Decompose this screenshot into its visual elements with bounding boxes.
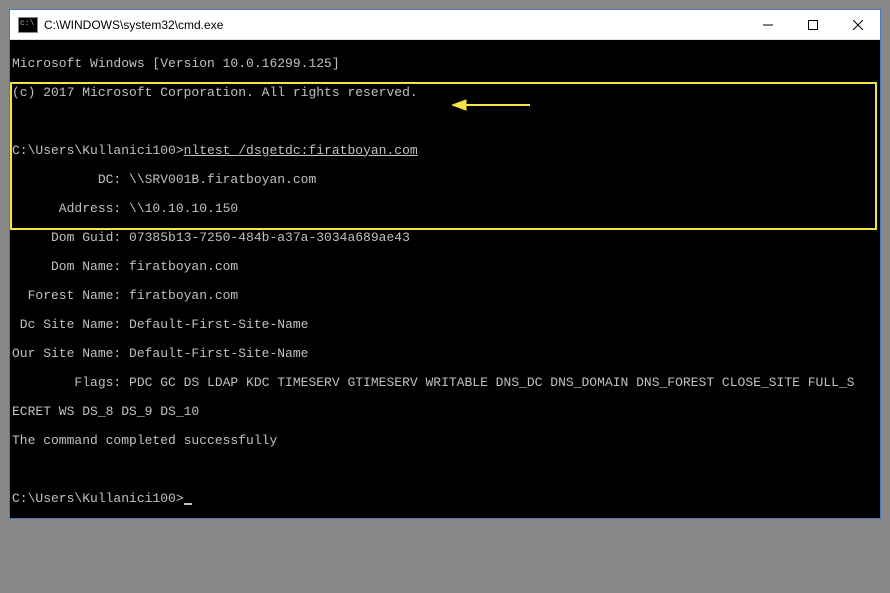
output-dom-guid: Dom Guid: 07385b13-7250-484b-a37a-3034a6… <box>12 231 878 246</box>
prompt-path-2: C:\Users\Kullanici100> <box>12 491 184 506</box>
close-button[interactable] <box>835 10 880 39</box>
window-title: C:\WINDOWS\system32\cmd.exe <box>44 18 745 32</box>
output-dc-site-name: Dc Site Name: Default-First-Site-Name <box>12 318 878 333</box>
output-dom-name: Dom Name: firatboyan.com <box>12 260 878 275</box>
prompt-line-1: C:\Users\Kullanici100>nltest /dsgetdc:fi… <box>12 144 878 159</box>
output-flags-cont: ECRET WS DS_8 DS_9 DS_10 <box>12 405 878 420</box>
prompt-line-2: C:\Users\Kullanici100> <box>12 492 878 507</box>
command-text: nltest /dsgetdc:firatboyan.com <box>184 143 418 158</box>
maximize-button[interactable] <box>790 10 835 39</box>
title-bar[interactable]: C:\WINDOWS\system32\cmd.exe <box>10 10 880 40</box>
blank-line-2 <box>12 463 878 478</box>
output-forest-name: Forest Name: firatboyan.com <box>12 289 878 304</box>
output-our-site-name: Our Site Name: Default-First-Site-Name <box>12 347 878 362</box>
window-controls <box>745 10 880 39</box>
terminal-body[interactable]: Microsoft Windows [Version 10.0.16299.12… <box>10 40 880 518</box>
blank-line <box>12 115 878 130</box>
cmd-icon <box>18 17 38 33</box>
minimize-button[interactable] <box>745 10 790 39</box>
copyright-line: (c) 2017 Microsoft Corporation. All righ… <box>12 86 878 101</box>
cmd-window: C:\WINDOWS\system32\cmd.exe Microsoft Wi… <box>9 9 881 519</box>
output-flags: Flags: PDC GC DS LDAP KDC TIMESERV GTIME… <box>12 376 878 391</box>
output-dc: DC: \\SRV001B.firatboyan.com <box>12 173 878 188</box>
output-address: Address: \\10.10.10.150 <box>12 202 878 217</box>
prompt-path: C:\Users\Kullanici100> <box>12 143 184 158</box>
cursor <box>184 503 192 505</box>
output-completed: The command completed successfully <box>12 434 878 449</box>
version-line: Microsoft Windows [Version 10.0.16299.12… <box>12 57 878 72</box>
